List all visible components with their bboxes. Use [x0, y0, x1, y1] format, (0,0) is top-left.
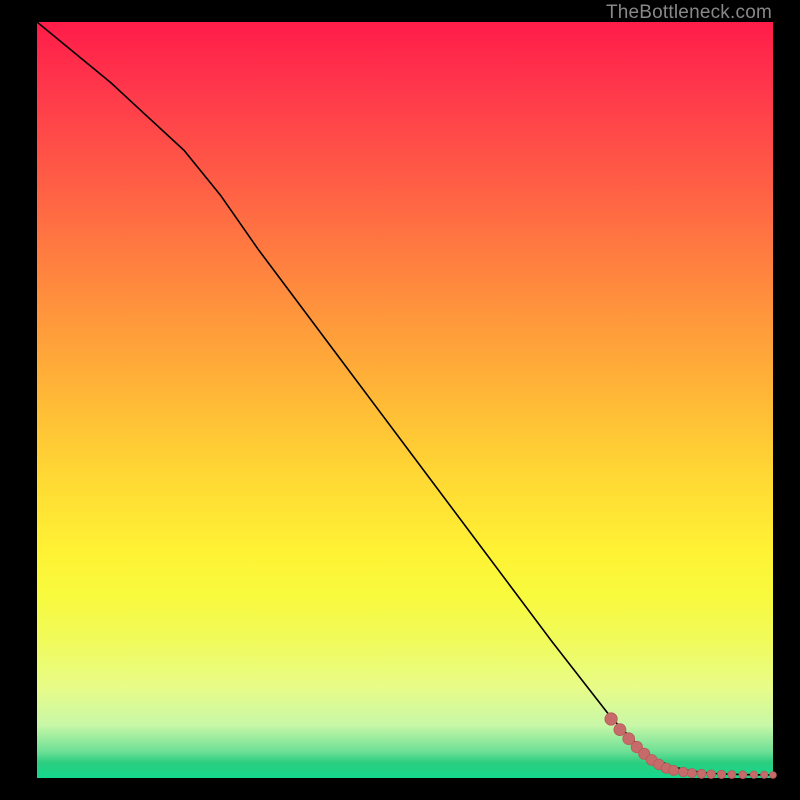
tail-point	[770, 772, 777, 779]
tail-point	[669, 765, 679, 775]
tail-point	[697, 769, 706, 778]
watermark-text: TheBottleneck.com	[606, 2, 772, 24]
chart-container: TheBottleneck.com	[0, 0, 800, 800]
tail-point	[687, 769, 696, 778]
tail-point	[728, 771, 736, 779]
tail-point	[739, 771, 747, 779]
tail-point	[750, 771, 757, 778]
tail-point	[678, 767, 688, 777]
tail-point	[707, 770, 716, 779]
tail-point	[717, 770, 725, 778]
tail-point	[614, 724, 626, 736]
plot-area	[37, 22, 773, 778]
tail-point	[761, 771, 768, 778]
tail-point	[605, 713, 617, 725]
bottleneck-curve	[37, 22, 773, 775]
chart-overlay	[37, 22, 773, 778]
tail-points	[605, 713, 777, 779]
